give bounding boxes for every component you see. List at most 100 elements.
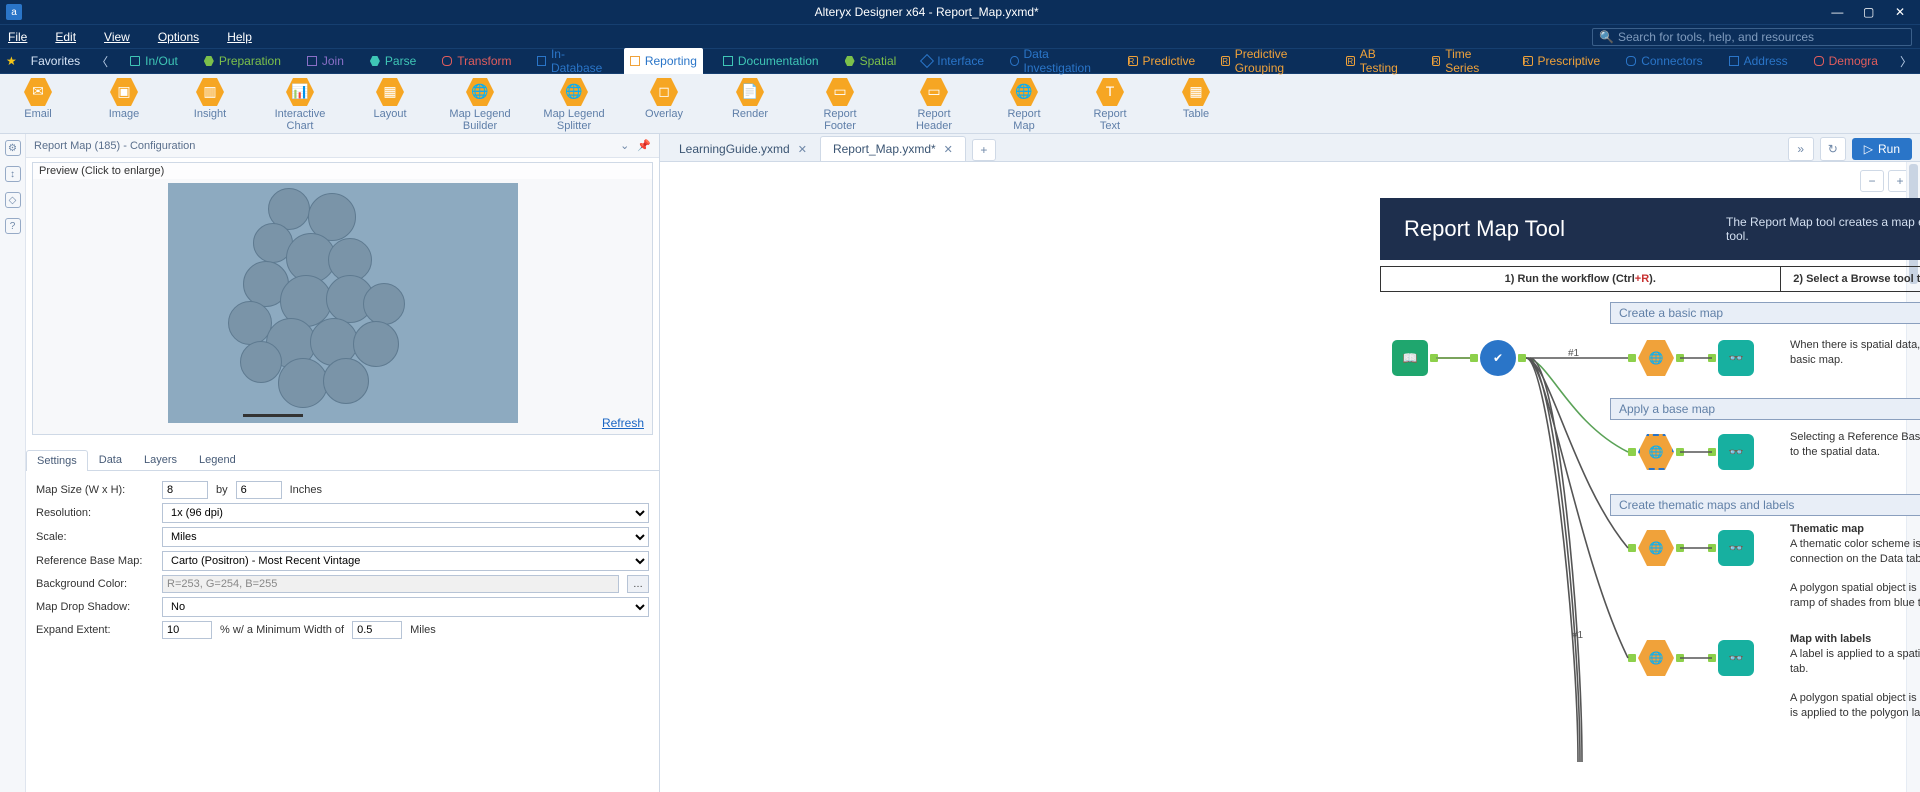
- section-apply-basemap: Apply a base map: [1610, 398, 1920, 420]
- menu-file[interactable]: File: [8, 30, 27, 44]
- report-map-node-2-selected[interactable]: 🌐: [1638, 434, 1674, 470]
- tool-insight[interactable]: ▥Insight: [182, 78, 238, 120]
- category-demographic[interactable]: Demogra: [1808, 51, 1884, 71]
- overflow-button[interactable]: »: [1788, 137, 1814, 161]
- category-reporting[interactable]: Reporting: [624, 48, 703, 74]
- category-data-investigation[interactable]: Data Investigation: [1004, 44, 1108, 78]
- preview-canvas[interactable]: Refresh: [33, 179, 652, 434]
- select-resolution[interactable]: 1x (96 dpi): [162, 503, 649, 523]
- input-height[interactable]: [236, 481, 282, 499]
- tool-email[interactable]: ✉Email: [10, 78, 66, 120]
- category-indatabase[interactable]: In-Database: [531, 44, 609, 78]
- report-map-node-4[interactable]: 🌐: [1638, 640, 1674, 676]
- category-time-series[interactable]: RTime Series: [1426, 44, 1503, 78]
- instruction-2: 2) Select a Browse tool to view the resu…: [1781, 267, 1920, 291]
- desc-basemap: Selecting a Reference Base Map on the Se…: [1790, 430, 1920, 460]
- tab-settings[interactable]: Settings: [26, 450, 88, 471]
- pin-icon[interactable]: 📌: [637, 139, 651, 152]
- category-prescriptive[interactable]: RPrescriptive: [1517, 51, 1607, 71]
- menu-view[interactable]: View: [104, 30, 130, 44]
- browse-node-3[interactable]: 👓: [1718, 530, 1754, 566]
- doc-tab-2[interactable]: Report_Map.yxmd*✕: [820, 136, 966, 161]
- category-favorites[interactable]: Favorites: [31, 54, 80, 68]
- canvas-title-card: Report Map Tool The Report Map tool crea…: [1380, 198, 1920, 260]
- input-bgcolor: [162, 575, 619, 593]
- search-box[interactable]: 🔍: [1592, 28, 1912, 46]
- menu-help[interactable]: Help: [227, 30, 252, 44]
- close-button[interactable]: ✕: [1886, 5, 1914, 19]
- input-width[interactable]: [162, 481, 208, 499]
- canvas-title: Report Map Tool: [1404, 216, 1565, 242]
- tool-render[interactable]: 📄Render: [722, 78, 778, 120]
- gear-icon[interactable]: ⚙: [5, 140, 21, 156]
- section-thematic: Create thematic maps and labels: [1610, 494, 1920, 516]
- browse-node-1[interactable]: 👓: [1718, 340, 1754, 376]
- category-join[interactable]: Join: [301, 51, 350, 71]
- tab-legend[interactable]: Legend: [188, 449, 247, 470]
- chevron-left-icon[interactable]: 〈: [94, 53, 110, 70]
- category-predictive[interactable]: RPredictive: [1122, 51, 1202, 71]
- category-preparation[interactable]: Preparation: [198, 51, 287, 71]
- input-expand[interactable]: [162, 621, 212, 639]
- anno-hash1b: #1: [1572, 630, 1583, 641]
- maximize-button[interactable]: ▢: [1855, 5, 1883, 19]
- close-icon[interactable]: ✕: [944, 143, 953, 156]
- tool-report-map[interactable]: 🌐Report Map: [996, 78, 1052, 132]
- workflow-canvas[interactable]: − + Report Map Tool The Report Map tool …: [660, 162, 1920, 792]
- category-transform[interactable]: Transform: [436, 51, 517, 71]
- chevron-down-icon[interactable]: ⌄: [620, 139, 629, 152]
- label-basemap: Reference Base Map:: [36, 555, 154, 567]
- info-icon[interactable]: ?: [5, 218, 21, 234]
- tool-report-header[interactable]: ▭Report Header: [902, 78, 966, 132]
- zoom-out-button[interactable]: −: [1860, 170, 1884, 192]
- tool-table[interactable]: ▦Table: [1168, 78, 1224, 120]
- report-map-node-3[interactable]: 🌐: [1638, 530, 1674, 566]
- search-input[interactable]: [1618, 30, 1905, 44]
- report-map-node-1[interactable]: 🌐: [1638, 340, 1674, 376]
- refresh-button[interactable]: ↻: [1820, 137, 1846, 161]
- category-spatial[interactable]: Spatial: [839, 51, 903, 71]
- select-scale[interactable]: Miles: [162, 527, 649, 547]
- menu-options[interactable]: Options: [158, 30, 199, 44]
- tool-report-text[interactable]: TReport Text: [1082, 78, 1138, 132]
- category-interface[interactable]: Interface: [916, 51, 990, 71]
- tool-image[interactable]: ▣Image: [96, 78, 152, 120]
- category-documentation[interactable]: Documentation: [717, 51, 825, 71]
- browse-node-2[interactable]: 👓: [1718, 434, 1754, 470]
- chevron-right-icon[interactable]: 〉: [1898, 53, 1914, 70]
- tab-layers[interactable]: Layers: [133, 449, 188, 470]
- select-tool-node[interactable]: ✔: [1480, 340, 1516, 376]
- preview-caption[interactable]: Preview (Click to enlarge): [33, 163, 652, 179]
- category-inout[interactable]: In/Out: [124, 51, 184, 71]
- tool-map-legend-splitter[interactable]: 🌐Map Legend Splitter: [542, 78, 606, 132]
- menu-bar: File Edit View Options Help 🔍: [0, 24, 1920, 48]
- menu-edit[interactable]: Edit: [55, 30, 76, 44]
- tool-report-footer[interactable]: ▭Report Footer: [808, 78, 872, 132]
- select-basemap[interactable]: Carto (Positron) - Most Recent Vintage: [162, 551, 649, 571]
- tool-overlay[interactable]: ◻Overlay: [636, 78, 692, 120]
- tool-layout[interactable]: ▦Layout: [362, 78, 418, 120]
- browse-node-4[interactable]: 👓: [1718, 640, 1754, 676]
- close-icon[interactable]: ✕: [798, 143, 807, 156]
- refresh-link[interactable]: Refresh: [602, 416, 644, 430]
- config-header: Report Map (185) - Configuration ⌄ 📌: [26, 134, 659, 158]
- color-picker-button[interactable]: …: [627, 575, 649, 593]
- category-bar: ★ Favorites 〈 In/Out Preparation Join Pa…: [0, 48, 1920, 74]
- category-address[interactable]: Address: [1723, 51, 1794, 71]
- category-ab-testing[interactable]: RAB Testing: [1340, 44, 1411, 78]
- tag-icon[interactable]: ◇: [5, 192, 21, 208]
- arrows-icon[interactable]: ↕: [5, 166, 21, 182]
- new-tab-button[interactable]: +: [972, 139, 996, 161]
- tool-interactive-chart[interactable]: 📊Interactive Chart: [268, 78, 332, 132]
- category-predictive-grouping[interactable]: RPredictive Grouping: [1215, 44, 1326, 78]
- input-tool-node[interactable]: 📖: [1392, 340, 1428, 376]
- doc-tab-1[interactable]: LearningGuide.yxmd✕: [666, 136, 820, 161]
- minimize-button[interactable]: —: [1823, 5, 1851, 19]
- run-button[interactable]: ▷ Run: [1852, 138, 1912, 160]
- input-minwidth[interactable]: [352, 621, 402, 639]
- category-parse[interactable]: Parse: [364, 51, 422, 71]
- select-shadow[interactable]: No: [162, 597, 649, 617]
- category-connectors[interactable]: Connectors: [1620, 51, 1708, 71]
- tab-data[interactable]: Data: [88, 449, 133, 470]
- tool-map-legend-builder[interactable]: 🌐Map Legend Builder: [448, 78, 512, 132]
